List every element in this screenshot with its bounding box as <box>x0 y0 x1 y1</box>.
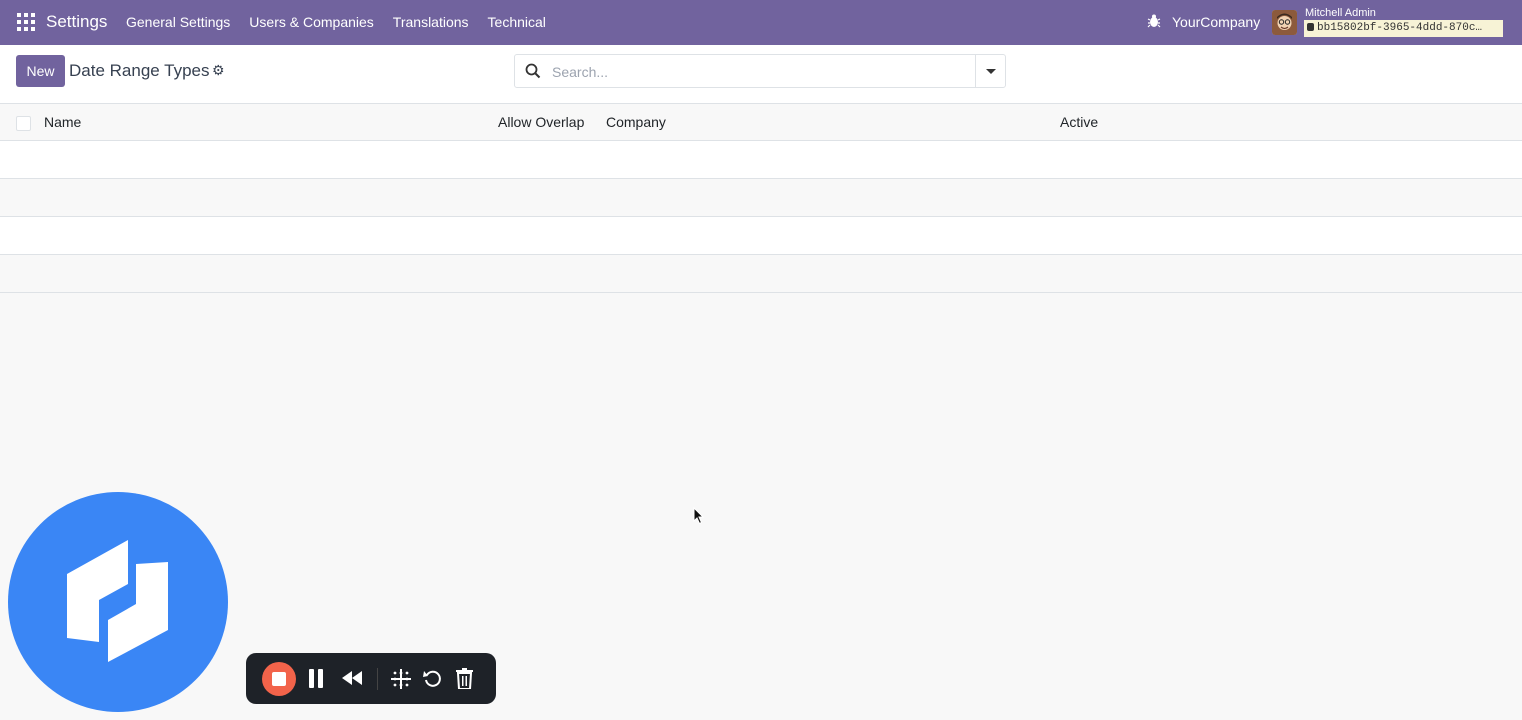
restart-icon[interactable] <box>423 669 442 688</box>
control-panel: New Date Range Types ⚙ <box>0 45 1522 104</box>
gear-icon[interactable]: ⚙ <box>212 62 225 79</box>
user-avatar[interactable] <box>1272 10 1297 35</box>
toolbar-divider <box>377 668 378 690</box>
empty-list-row <box>0 141 1522 179</box>
database-badge: bb15802bf-3965-4ddd-870c… <box>1304 20 1503 37</box>
new-button[interactable]: New <box>16 55 65 87</box>
logo-icon <box>67 540 168 662</box>
menu-item-translations[interactable]: Translations <box>393 14 469 30</box>
main-menu: General Settings Users & Companies Trans… <box>126 14 565 30</box>
select-all-checkbox[interactable] <box>16 116 31 131</box>
search-options-toggle[interactable] <box>975 55 1005 87</box>
page-title: Date Range Types <box>69 61 210 80</box>
search-bar <box>514 54 1006 88</box>
app-grid-icon[interactable] <box>17 13 35 31</box>
empty-list-row <box>0 179 1522 217</box>
trash-icon[interactable] <box>456 668 473 689</box>
database-name: bb15802bf-3965-4ddd-870c… <box>1317 22 1483 34</box>
recorder-toolbar <box>246 653 496 704</box>
empty-list-row <box>0 255 1522 293</box>
menu-item-users-companies[interactable]: Users & Companies <box>249 14 374 30</box>
search-input[interactable] <box>550 61 974 83</box>
database-icon <box>1307 23 1314 31</box>
mouse-cursor-icon <box>693 507 705 525</box>
app-logo-circle <box>8 492 228 712</box>
search-icon <box>525 63 541 79</box>
grid-icon[interactable] <box>391 669 411 689</box>
debug-bug-icon[interactable] <box>1146 13 1162 29</box>
menu-item-general-settings[interactable]: General Settings <box>126 14 230 30</box>
list-view: Name Allow Overlap Company Active <box>0 104 1522 293</box>
column-header-active[interactable]: Active <box>1060 114 1098 130</box>
top-navbar: Settings General Settings Users & Compan… <box>0 0 1522 45</box>
caret-down-icon <box>986 69 996 74</box>
list-header: Name Allow Overlap Company Active <box>0 104 1522 141</box>
empty-list-row <box>0 217 1522 255</box>
menu-item-technical[interactable]: Technical <box>488 14 546 30</box>
column-header-allow-overlap[interactable]: Allow Overlap <box>498 114 584 130</box>
column-header-name[interactable]: Name <box>44 114 81 130</box>
pause-icon[interactable] <box>308 669 324 688</box>
stop-recording-button[interactable] <box>262 662 296 696</box>
column-header-company[interactable]: Company <box>606 114 666 130</box>
app-name[interactable]: Settings <box>46 12 107 32</box>
rewind-icon[interactable] <box>342 671 363 685</box>
user-name[interactable]: Mitchell Admin <box>1305 7 1376 19</box>
stop-icon <box>272 672 286 686</box>
company-switcher[interactable]: YourCompany <box>1172 14 1260 30</box>
